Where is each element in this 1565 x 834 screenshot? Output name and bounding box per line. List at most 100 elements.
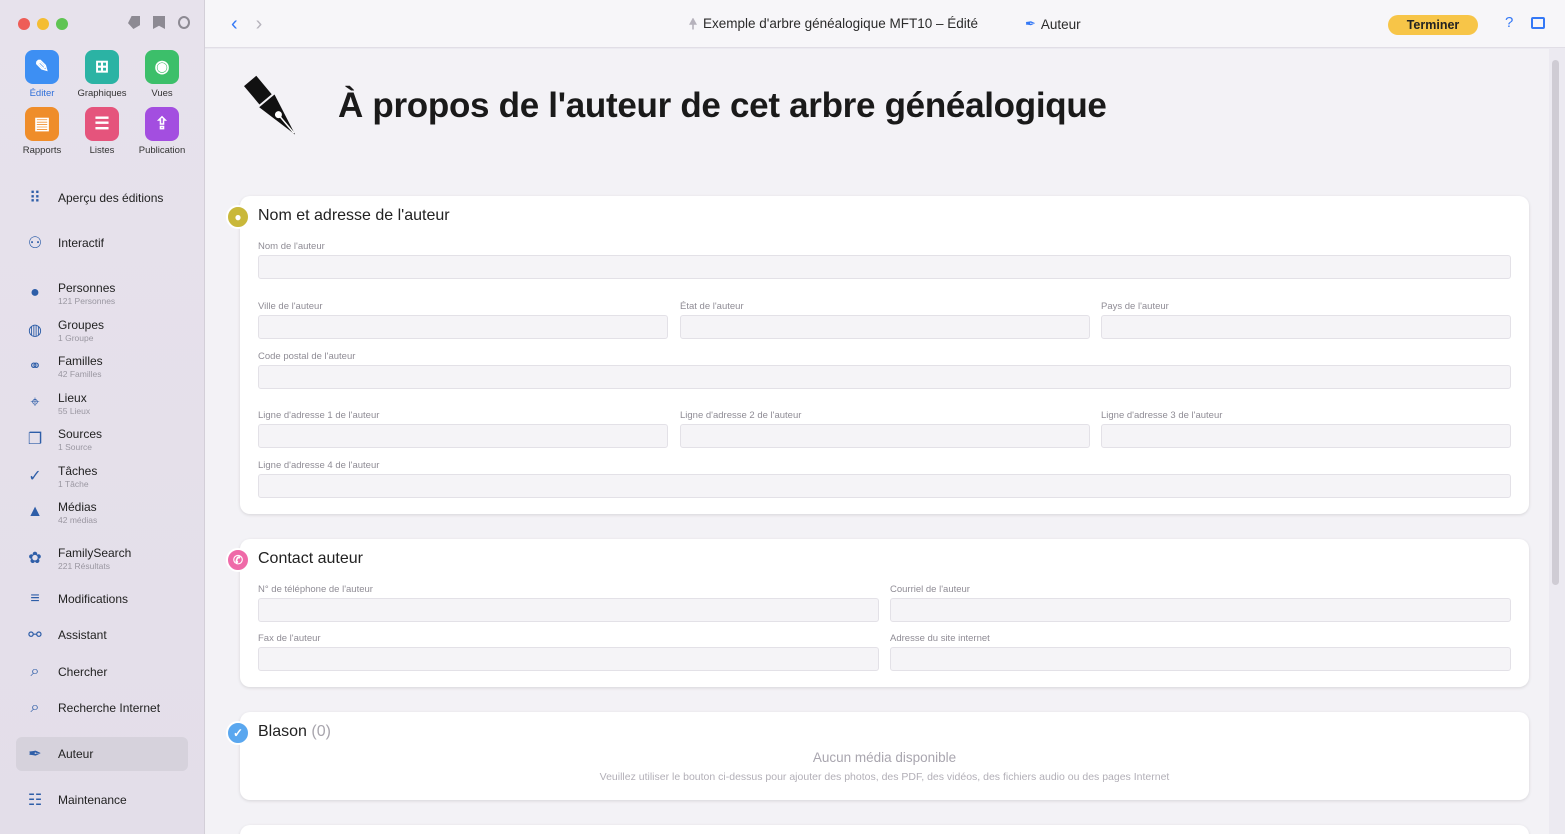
app-publication-button[interactable]: ⇪ Publication	[132, 107, 192, 156]
app-vues-button[interactable]: ◉ Vues	[132, 50, 192, 99]
sidebar-item-label: Médias	[58, 499, 97, 514]
sidebar-item-label: Auteur	[58, 747, 94, 761]
back-arrow-icon[interactable]: ‹	[231, 13, 238, 36]
sidebar-item-interactif[interactable]: ⚇ Interactif	[16, 226, 188, 260]
app-rapports-button[interactable]: ▤ Rapports	[12, 107, 72, 156]
minimize-window-button[interactable]	[37, 18, 49, 30]
sidebar-item-label: Lieux	[58, 390, 87, 405]
magnifier-icon: ⌕	[30, 663, 40, 680]
author-postal-input[interactable]	[258, 365, 1511, 389]
sidebar-item-recherche-internet[interactable]: ⌕ Recherche Internet	[16, 691, 188, 725]
author-fax-input[interactable]	[258, 647, 879, 671]
tag-icon[interactable]	[128, 16, 140, 29]
field-author-website: Adresse du site internet	[890, 633, 1511, 671]
field-label: Courriel de l'auteur	[890, 584, 970, 595]
sidebar-item-groupes[interactable]: ◍ Groupes 1 Groupe	[16, 313, 188, 347]
field-author-address-1: Ligne d'adresse 1 de l'auteur	[258, 410, 668, 448]
field-author-address-4: Ligne d'adresse 4 de l'auteur	[258, 460, 1511, 498]
maintenance-icon: ☷	[27, 792, 43, 809]
author-name-input[interactable]	[258, 255, 1511, 279]
section-contact: ✆ Contact auteur N° de téléphone de l'au…	[226, 539, 1529, 687]
globe-icon[interactable]	[178, 16, 190, 29]
author-email-input[interactable]	[890, 598, 1511, 622]
media-count: (0)	[311, 723, 331, 740]
maximize-window-button[interactable]	[56, 18, 68, 30]
section-name-address: ● Nom et adresse de l'auteur Nom de l'au…	[226, 196, 1529, 514]
assistant-icon: ⚯	[28, 627, 42, 644]
sidebar-item-count: 55 Lieux	[58, 405, 91, 416]
field-label: Code postal de l'auteur	[258, 351, 356, 362]
field-label: Nom de l'auteur	[258, 241, 325, 252]
globe-search-icon: ⌕	[30, 699, 40, 716]
app-label: Rapports	[22, 145, 62, 156]
author-address-3-input[interactable]	[1101, 424, 1511, 448]
sidebar-item-count: 1 Source	[58, 441, 93, 452]
app-listes-button[interactable]: ☰ Listes	[72, 107, 132, 156]
app-label: Graphiques	[77, 88, 127, 99]
sidebar-item-label: Interactif	[58, 236, 105, 250]
sidebar-item-count: 1 Groupe	[58, 332, 94, 343]
window-controls	[18, 18, 68, 30]
app-graphiques-button[interactable]: ⊞ Graphiques	[72, 50, 132, 99]
sidebar-item-personnes[interactable]: ● Personnes 121 Personnes	[16, 276, 188, 310]
sidebar-item-maintenance[interactable]: ☷ Maintenance	[16, 783, 188, 817]
sidebar-item-medias[interactable]: ▲ Médias 42 médias	[16, 495, 188, 529]
app-label: Éditer	[29, 88, 55, 99]
author-address-4-input[interactable]	[258, 474, 1511, 498]
sidebar-item-label: Personnes	[58, 280, 116, 295]
title-bar: ‹ › Exemple d'arbre généalogique MFT10 –…	[205, 0, 1565, 48]
author-country-input[interactable]	[1101, 315, 1511, 339]
finish-button[interactable]: Terminer	[1388, 15, 1478, 35]
field-label: Fax de l'auteur	[258, 633, 321, 644]
author-phone-input[interactable]	[258, 598, 879, 622]
app-diter-button[interactable]: ✎ Éditer	[12, 50, 72, 99]
sidebar-item-modifications[interactable]: ≡ Modifications	[16, 582, 188, 616]
close-window-button[interactable]	[18, 18, 30, 30]
sidebar-item-lieux[interactable]: ⌖ Lieux 55 Lieux	[16, 386, 188, 420]
fountain-pen-icon	[244, 75, 296, 135]
field-author-city: Ville de l'auteur	[258, 301, 668, 339]
sources-icon: ❐	[27, 431, 43, 448]
author-address-2-input[interactable]	[680, 424, 1090, 448]
sidebar-item-label: Sources	[58, 426, 103, 441]
group-icon: ◍	[28, 322, 42, 339]
sidebar-item-sources[interactable]: ❐ Sources 1 Source	[16, 422, 188, 456]
sidebar-item-label: Assistant	[58, 628, 107, 642]
sidebar-item-chercher[interactable]: ⌕ Chercher	[16, 655, 188, 689]
author-address-1-input[interactable]	[258, 424, 668, 448]
sidebar-item-label: Familles	[58, 353, 103, 368]
window-layout-icon[interactable]	[1531, 17, 1545, 29]
sidebar-item-label: Modifications	[58, 592, 129, 606]
bookmark-icon[interactable]	[153, 16, 165, 29]
field-label: Ligne d'adresse 2 de l'auteur	[680, 410, 802, 421]
section-next	[240, 825, 1529, 834]
field-author-country: Pays de l'auteur	[1101, 301, 1511, 339]
fountain-pen-icon: ✒	[28, 746, 42, 763]
sidebar-item-auteur[interactable]: ✒ Auteur	[16, 737, 188, 771]
vertical-scrollbar[interactable]	[1552, 60, 1559, 585]
sidebar-item-assistant[interactable]: ⚯ Assistant	[16, 618, 188, 652]
help-icon[interactable]: ?	[1505, 14, 1513, 31]
document-title-text: Exemple d'arbre généalogique MFT10 – Édi…	[703, 16, 978, 31]
person-icon: ●	[226, 205, 250, 229]
breadcrumb-label: Auteur	[1040, 16, 1081, 32]
forward-arrow-icon[interactable]: ›	[256, 13, 263, 36]
field-label: Ligne d'adresse 1 de l'auteur	[258, 410, 380, 421]
document-title: Exemple d'arbre généalogique MFT10 – Édi…	[689, 16, 978, 31]
sidebar-item-taches[interactable]: ✓ Tâches 1 Tâche	[16, 459, 188, 493]
field-label: Adresse du site internet	[890, 633, 990, 644]
sidebar-item-label: Chercher	[58, 665, 108, 679]
section-title: Contact auteur	[258, 550, 363, 567]
sidebar-item-apercu-des-editions[interactable]: ⠿ Aperçu des éditions	[16, 181, 188, 215]
main-content: À propos de l'auteur de cet arbre généal…	[205, 49, 1549, 834]
sidebar-item-familles[interactable]: ⚭ Familles 42 Familles	[16, 349, 188, 383]
author-state-input[interactable]	[680, 315, 1090, 339]
sidebar-item-label: Recherche Internet	[58, 701, 161, 715]
sidebar-item-familysearch[interactable]: ✿ FamilySearch 221 Résultats	[16, 541, 188, 575]
author-city-input[interactable]	[258, 315, 668, 339]
page-title: À propos de l'auteur de cet arbre généal…	[338, 86, 1107, 125]
author-website-input[interactable]	[890, 647, 1511, 671]
breadcrumb[interactable]: ✒ Auteur	[1025, 16, 1081, 32]
section-title: Blason (0)	[258, 723, 331, 741]
app-mode-grid: ✎ Éditer ⊞ Graphiques ◉ Vues ▤ Rapports ☰ Listes ⇪…	[12, 50, 202, 156]
